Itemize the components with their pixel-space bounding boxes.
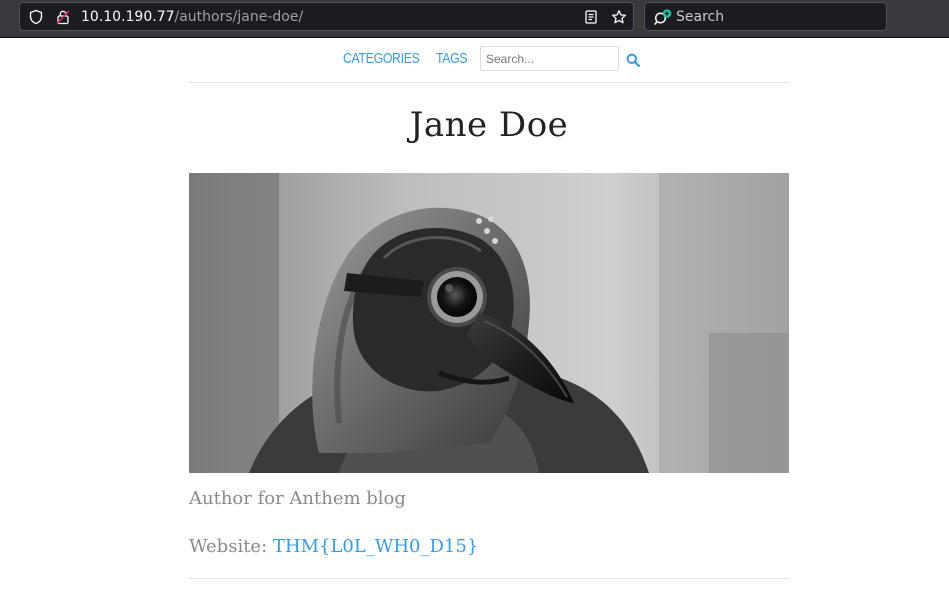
address-bar[interactable]: 10.10.190.77/authors/jane-doe/ [19,2,634,31]
website-label: Website: [189,536,268,557]
shield-icon[interactable] [28,9,44,25]
browser-search-bar[interactable]: Search [644,2,887,31]
bookmark-star-icon[interactable] [611,9,627,25]
insecure-lock-icon[interactable] [55,9,71,25]
reader-mode-icon[interactable] [583,9,599,25]
nav-link-categories[interactable]: CATEGORIES [343,50,420,67]
search-icon[interactable] [626,53,640,67]
site-nav: CATEGORIES TAGS [189,38,789,83]
author-website: Website: THM{L0L_WH0_D15} [189,535,478,559]
site-search-input[interactable] [480,46,619,71]
search-engine-icon [654,9,672,26]
author-name: Jane Doe [409,105,569,145]
url-path: /authors/jane-doe/ [174,9,304,25]
website-link[interactable]: THM{L0L_WH0_D15} [273,536,478,557]
nav-link-tags[interactable]: TAGS [436,50,468,67]
url-host: 10.10.190.77 [81,9,175,25]
content-divider [189,578,789,579]
browser-search-placeholder: Search [676,9,725,25]
author-photo [189,173,789,473]
author-bio: Author for Anthem blog [189,488,406,509]
url-text[interactable]: 10.10.190.77/authors/jane-doe/ [81,9,303,25]
browser-toolbar: 10.10.190.77/authors/jane-doe/ Search [0,0,949,38]
